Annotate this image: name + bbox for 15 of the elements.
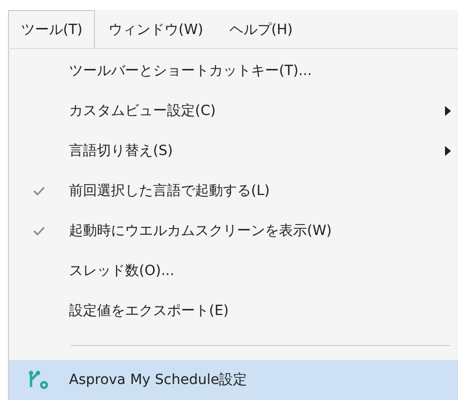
menu-bar-item[interactable]: ツール(T) [8,10,96,48]
menu-item[interactable]: 前回選択した言語で起動する(L) [9,171,458,211]
menu-item[interactable]: 設定値をエクスポート(E) [9,291,458,331]
menu-item[interactable]: スレッド数(O)... [9,251,458,291]
submenu-arrow-icon [445,146,451,156]
menu-bar-item[interactable]: ウィンドウ(W) [95,10,216,48]
menu-item[interactable]: 言語切り替え(S) [9,131,458,171]
menu-item[interactable]: 起動時にウエルカムスクリーンを表示(W) [9,211,458,251]
menu-item[interactable]: Asprova My Schedule設定 [9,360,458,400]
menu-item[interactable]: カスタムビュー設定(C) [9,91,458,131]
menu-bar-item[interactable]: ヘルプ(H) [216,10,306,48]
menu-item[interactable]: ツールバーとショートカットキー(T)... [9,51,458,91]
checkmark-icon [33,186,45,196]
checkmark-icon [33,226,45,236]
submenu-arrow-icon [445,106,451,116]
